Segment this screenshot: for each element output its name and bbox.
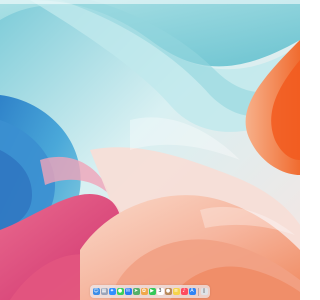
maps-icon[interactable]: ➤ xyxy=(132,288,140,295)
finder-icon[interactable]: ☺ xyxy=(92,288,100,295)
safari-icon[interactable]: ✦ xyxy=(108,288,116,295)
calendar-icon[interactable]: 3 xyxy=(156,288,164,295)
trash-icon[interactable]: ▯ xyxy=(200,288,208,295)
app-store-icon[interactable]: A xyxy=(188,288,196,295)
messages-icon[interactable]: ● xyxy=(116,288,124,295)
photos-icon[interactable]: ✿ xyxy=(140,288,148,295)
menu-bar xyxy=(0,0,300,4)
notes-icon[interactable]: ≡ xyxy=(172,288,180,295)
music-icon[interactable]: ♪ xyxy=(180,288,188,295)
dock-separator xyxy=(197,287,199,296)
contacts-icon[interactable]: ● xyxy=(164,288,172,295)
wallpaper xyxy=(0,0,300,300)
mail-icon[interactable]: ✉ xyxy=(124,288,132,295)
desktop: ☺ ▦ ✦ ● ✉ ➤ ✿ ▶ 3 ● ≡ ♪ A ▯ xyxy=(0,0,300,300)
facetime-icon[interactable]: ▶ xyxy=(148,288,156,295)
launchpad-icon[interactable]: ▦ xyxy=(100,288,108,295)
dock: ☺ ▦ ✦ ● ✉ ➤ ✿ ▶ 3 ● ≡ ♪ A ▯ xyxy=(90,285,210,298)
